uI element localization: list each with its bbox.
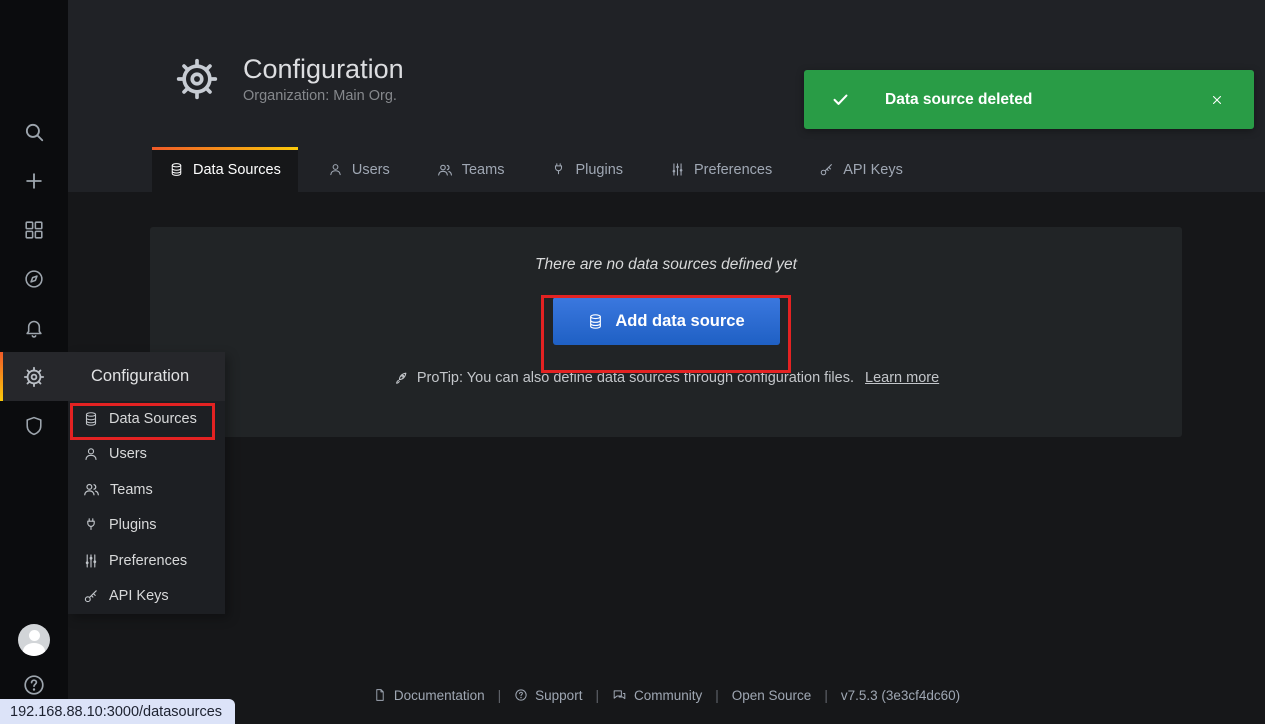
shield-icon [23,415,45,437]
flyout-item-label: Preferences [109,553,187,569]
chat-icon [612,688,627,703]
page-title: Configuration [243,54,404,84]
learn-more-link[interactable]: Learn more [865,370,939,386]
tab-label: Users [352,162,390,178]
question-circle-icon [514,688,528,702]
flyout-item-label: Teams [110,482,153,498]
tab-label: Plugins [575,162,623,178]
grid-icon [23,219,45,241]
footer-link-label: Documentation [394,688,485,703]
database-icon [169,162,184,177]
sidebar-item-explore[interactable] [0,254,68,303]
sidebar-item-create[interactable] [0,156,68,205]
empty-state-panel: There are no data sources defined yet Ad… [150,227,1182,437]
sidebar-item-alerting[interactable] [0,303,68,352]
toast-message: Data source deleted [885,91,1032,109]
tab-teams[interactable]: Teams [420,147,522,192]
bell-icon [23,317,45,339]
close-icon[interactable] [1210,93,1224,107]
grafana-configuration-page: Configuration Organization: Main Org. Da… [0,0,1265,724]
page-subtitle: Organization: Main Org. [243,88,404,104]
flyout-item-data-sources[interactable]: Data Sources [68,401,225,437]
tab-users[interactable]: Users [311,147,407,192]
tab-data-sources[interactable]: Data Sources [152,147,298,192]
sidebar [0,0,68,724]
footer: Documentation | Support | Community | Op… [68,683,1265,707]
tab-preferences[interactable]: Preferences [653,147,789,192]
tab-plugins[interactable]: Plugins [534,147,640,192]
user-avatar[interactable] [18,624,50,656]
configuration-flyout-menu: Configuration Data Sources Users Teams P… [68,352,225,614]
flyout-item-label: API Keys [109,588,169,604]
gear-icon [175,57,219,101]
tab-label: API Keys [843,162,903,178]
key-icon [819,162,834,177]
page-title-row: Configuration Organization: Main Org. [175,54,404,104]
footer-separator: | [595,688,599,703]
flyout-title[interactable]: Configuration [68,352,225,401]
flyout-item-preferences[interactable]: Preferences [68,543,225,579]
people-icon [437,162,453,178]
sidebar-item-dashboards[interactable] [0,205,68,254]
footer-link-label: Community [634,688,702,703]
add-data-source-button[interactable]: Add data source [553,297,780,345]
add-data-source-label: Add data source [615,312,744,331]
tab-label: Teams [462,162,505,178]
empty-state-message: There are no data sources defined yet [535,256,797,274]
plug-icon [551,162,566,177]
help-icon[interactable] [22,673,46,697]
tab-label: Data Sources [193,162,281,178]
plug-icon [83,517,99,533]
footer-separator: | [824,688,828,703]
browser-status-url: 192.168.88.10:3000/datasources [0,699,235,724]
person-icon [328,162,343,177]
grafana-logo-icon[interactable] [14,8,54,48]
protip-row: ProTip: You can also define data sources… [393,370,939,386]
flyout-item-label: Users [109,446,147,462]
compass-icon [23,268,45,290]
gear-icon [23,366,45,388]
key-icon [83,588,99,604]
plus-icon [23,170,45,192]
success-toast: Data source deleted [804,70,1254,129]
sidebar-item-server-admin[interactable] [0,401,68,450]
rocket-icon [393,370,409,386]
footer-link-community[interactable]: Community [612,688,702,703]
document-icon [373,688,387,702]
flyout-item-api-keys[interactable]: API Keys [68,579,225,615]
tab-label: Preferences [694,162,772,178]
database-icon [83,411,99,427]
people-icon [83,481,100,498]
flyout-items: Data Sources Users Teams Plugins Prefere… [68,401,225,614]
protip-text: ProTip: You can also define data sources… [417,370,854,386]
tab-api-keys[interactable]: API Keys [802,147,920,192]
search-icon [23,121,45,143]
flyout-item-plugins[interactable]: Plugins [68,508,225,544]
sidebar-item-search[interactable] [0,107,68,156]
flyout-item-teams[interactable]: Teams [68,472,225,508]
footer-version: v7.5.3 (3e3cf4dc60) [841,688,960,703]
footer-link-open-source[interactable]: Open Source [732,688,812,703]
footer-link-label: Support [535,688,582,703]
flyout-item-label: Data Sources [109,411,197,427]
sliders-icon [83,553,99,569]
footer-link-label: Open Source [732,688,812,703]
check-icon [831,90,850,109]
sliders-icon [670,162,685,177]
person-icon [83,446,99,462]
config-tabs: Data Sources Users Teams Plugins Prefere… [152,147,933,192]
flyout-item-users[interactable]: Users [68,437,225,473]
database-icon [587,313,604,330]
flyout-item-label: Plugins [109,517,157,533]
footer-separator: | [498,688,502,703]
footer-link-documentation[interactable]: Documentation [373,688,485,703]
footer-separator: | [715,688,719,703]
sidebar-item-configuration[interactable] [0,352,68,401]
footer-link-support[interactable]: Support [514,688,582,703]
